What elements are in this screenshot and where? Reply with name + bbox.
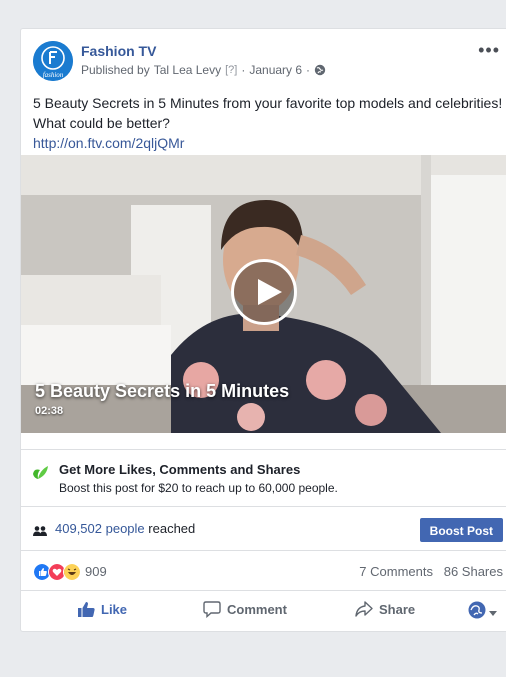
meta-separator: · <box>241 63 246 77</box>
reach-row: 409,502 people reached Boost Post <box>21 507 506 551</box>
share-label: Share <box>379 601 416 617</box>
comment-icon <box>203 600 221 618</box>
post-link[interactable]: http://on.ftv.com/2qljQMr <box>33 133 503 153</box>
page-avatar[interactable]: fashion <box>33 41 73 81</box>
post-header: fashion Fashion TV Published by Tal Lea … <box>33 41 506 81</box>
author-name[interactable]: Tal Lea Levy <box>154 63 221 77</box>
haha-reaction-icon <box>63 563 81 581</box>
post-meta: Published by Tal Lea Levy [?] · January … <box>81 63 326 77</box>
like-label: Like <box>101 601 128 617</box>
promo-title: Get More Likes, Comments and Shares <box>59 462 301 477</box>
thumbs-up-icon <box>77 600 95 618</box>
action-bar: Like Comment Share <box>21 591 506 631</box>
chevron-down-icon <box>489 604 497 622</box>
post-date[interactable]: January 6 <box>249 63 302 77</box>
avatar-logo-text: fashion <box>43 71 64 79</box>
like-button[interactable]: Like <box>77 600 127 618</box>
globe-icon[interactable] <box>314 64 326 76</box>
people-icon <box>33 523 47 536</box>
reaction-count[interactable]: 909 <box>85 564 107 579</box>
post-message: 5 Beauty Secrets in 5 Minutes from your … <box>33 95 503 131</box>
audience-globe-icon <box>468 601 486 624</box>
video-player[interactable]: 5 Beauty Secrets in 5 Minutes 02:38 <box>21 155 506 433</box>
stats-row: 909 7 Comments 86 Shares <box>21 551 506 591</box>
comment-label: Comment <box>227 601 287 617</box>
comment-button[interactable]: Comment <box>203 600 287 618</box>
share-icon <box>355 600 373 618</box>
more-options-icon[interactable]: ••• <box>478 41 500 59</box>
audience-selector[interactable] <box>468 601 497 624</box>
post-text: 5 Beauty Secrets in 5 Minutes from your … <box>33 93 503 153</box>
play-button[interactable] <box>231 259 297 325</box>
reach-text: 409,502 people reached <box>55 521 195 536</box>
boost-promo[interactable]: Get More Likes, Comments and Shares Boos… <box>21 449 506 507</box>
share-button[interactable]: Share <box>355 600 415 618</box>
published-prefix: Published by <box>81 63 150 77</box>
reaction-icons[interactable] <box>33 563 81 581</box>
promo-subtitle: Boost this post for $20 to reach up to 6… <box>59 481 338 495</box>
page-name[interactable]: Fashion TV <box>81 43 156 59</box>
help-link[interactable]: [?] <box>225 64 237 76</box>
reach-count[interactable]: 409,502 people <box>55 521 145 536</box>
comments-count[interactable]: 7 Comments <box>359 564 433 579</box>
boost-post-button[interactable]: Boost Post <box>419 518 503 542</box>
shares-count[interactable]: 86 Shares <box>444 564 503 579</box>
leaf-check-icon <box>31 464 49 482</box>
video-title: 5 Beauty Secrets in 5 Minutes <box>35 381 290 401</box>
meta-separator-2: · <box>306 63 311 77</box>
post-card: fashion Fashion TV Published by Tal Lea … <box>20 28 506 632</box>
reach-suffix: reached <box>148 521 196 536</box>
video-duration: 02:38 <box>35 405 64 417</box>
